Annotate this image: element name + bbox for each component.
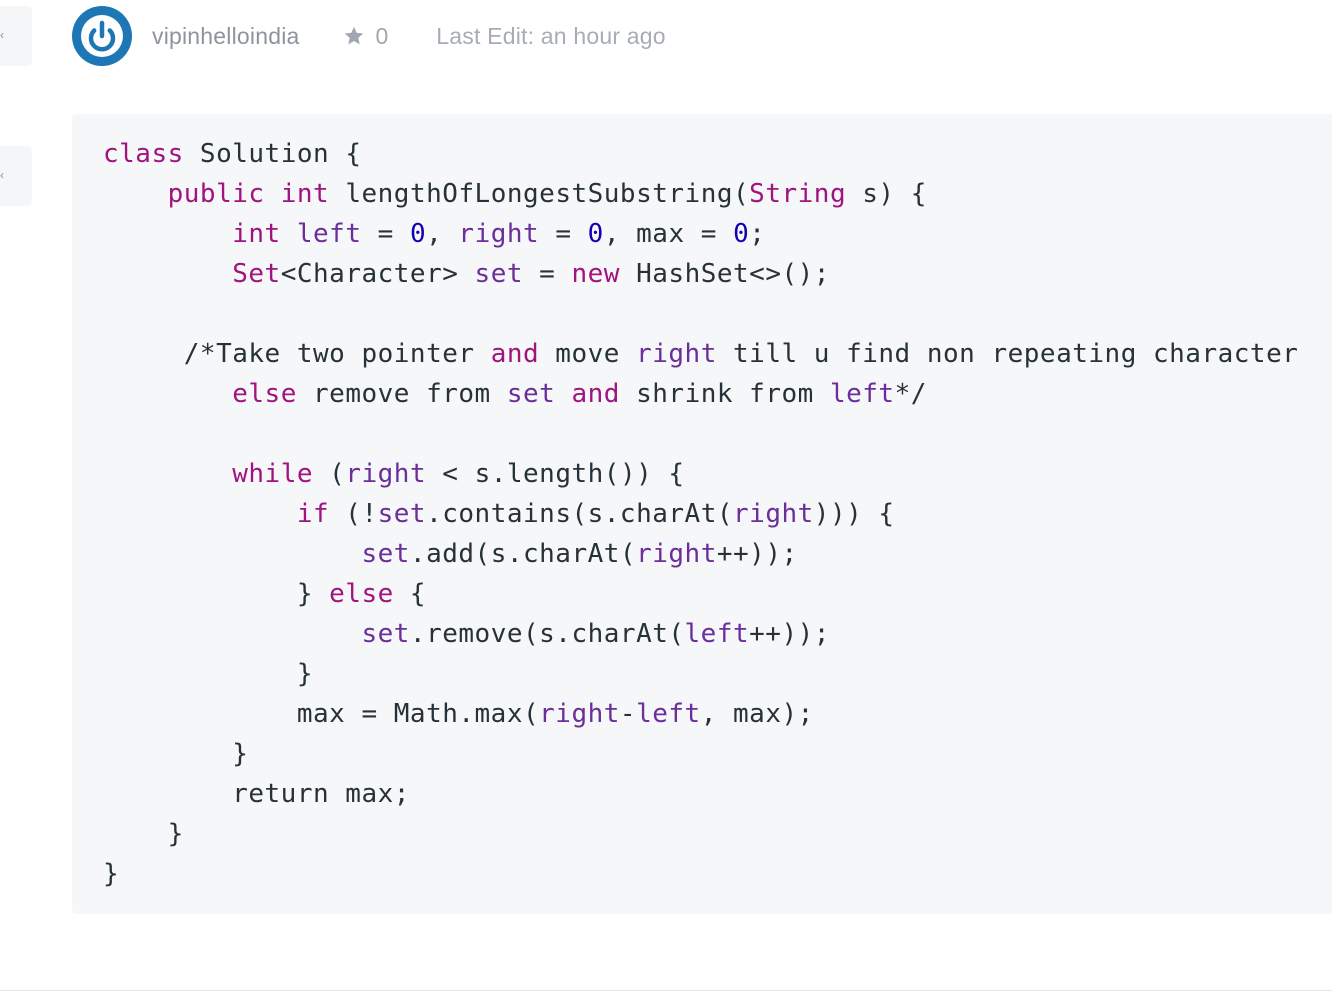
code-block: class Solution { public int lengthOfLong… bbox=[72, 114, 1332, 914]
avatar[interactable] bbox=[72, 6, 132, 66]
chevron-up-icon: ‹ bbox=[0, 28, 4, 42]
code-line: int left = 0, right = 0, max = 0; bbox=[232, 219, 766, 249]
star-icon bbox=[344, 26, 363, 45]
post-header: vipinhelloindia 0 Last Edit: an hour ago bbox=[72, 6, 666, 66]
code-line: set.add(s.charAt(right++)); bbox=[361, 539, 798, 569]
code-line: while (right < s.length()) { bbox=[232, 459, 685, 489]
code-line: if (!set.contains(s.charAt(right))) { bbox=[296, 499, 895, 529]
code-line: } bbox=[103, 859, 120, 889]
chevron-down-icon: ‹ bbox=[0, 168, 4, 182]
star-count: 0 bbox=[375, 22, 389, 49]
divider bbox=[0, 990, 1332, 991]
code-line: /*Take two pointer and move right till u… bbox=[103, 339, 1299, 369]
code-line: set.remove(s.charAt(left++)); bbox=[361, 619, 830, 649]
star-rating[interactable]: 0 bbox=[343, 22, 389, 50]
code-line: return max; bbox=[103, 779, 410, 809]
code-line: class Solution { bbox=[103, 139, 362, 169]
code-line: } bbox=[103, 819, 184, 849]
code-content: class Solution { public int lengthOfLong… bbox=[103, 134, 1298, 894]
code-line: } bbox=[103, 739, 249, 769]
upvote-button[interactable]: ‹ bbox=[0, 6, 32, 66]
downvote-button[interactable]: ‹ bbox=[0, 146, 32, 206]
code-line: public int lengthOfLongestSubstring(Stri… bbox=[167, 179, 927, 209]
code-line: else remove from set and shrink from lef… bbox=[232, 379, 927, 409]
last-edit-timestamp: Last Edit: an hour ago bbox=[436, 22, 666, 49]
code-line: } bbox=[103, 659, 313, 689]
code-line: Set<Character> set = new HashSet<>(); bbox=[232, 259, 830, 289]
code-line: max = Math.max(right-left, max); bbox=[103, 699, 814, 729]
code-line: } else { bbox=[103, 579, 427, 609]
author-name[interactable]: vipinhelloindia bbox=[152, 23, 300, 50]
